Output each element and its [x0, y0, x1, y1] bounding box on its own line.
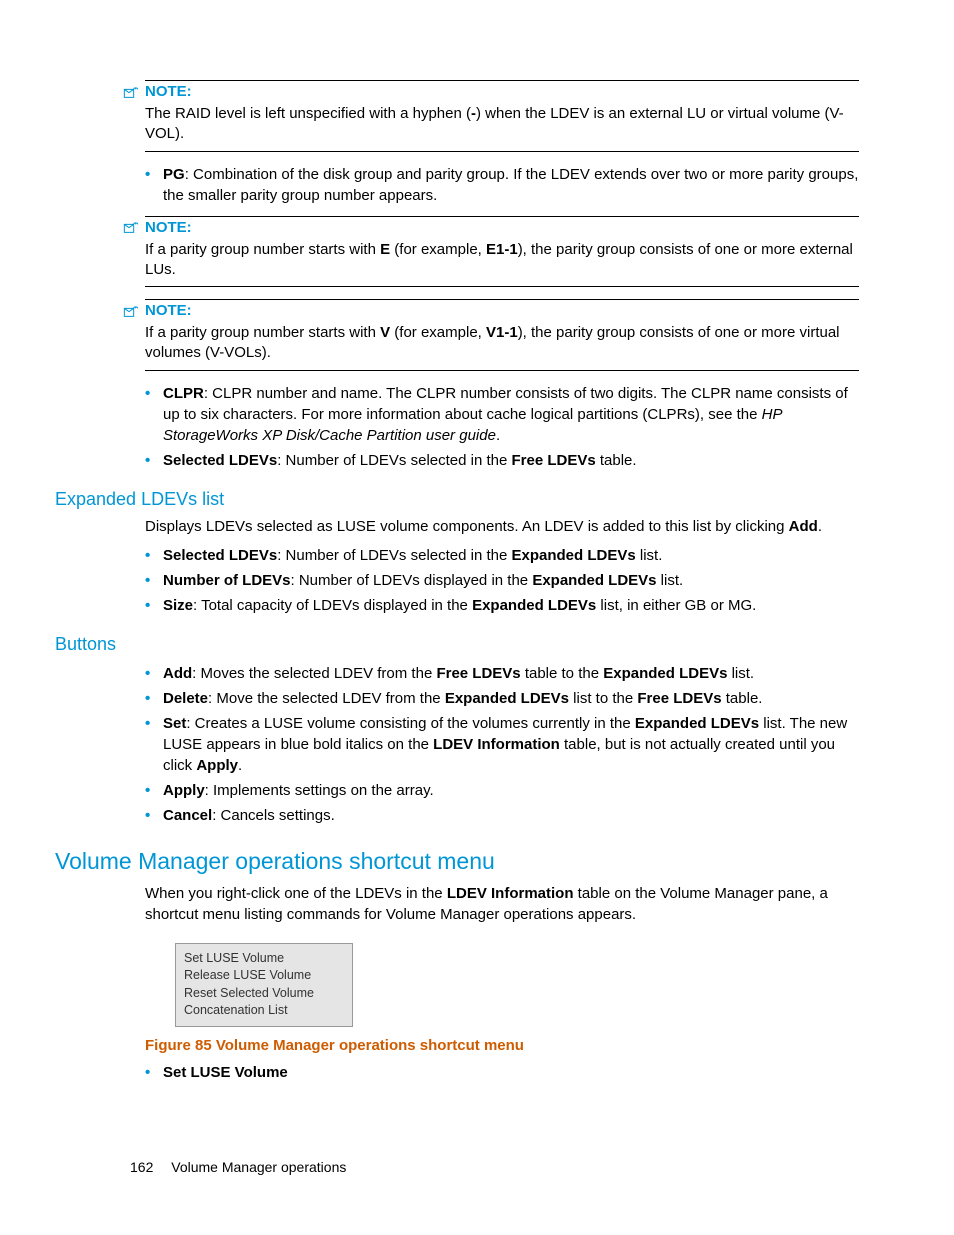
bullet-list: Add: Moves the selected LDEV from the Fr… — [145, 663, 859, 826]
note-label: NOTE: — [145, 302, 192, 319]
list-item: PG: Combination of the disk group and pa… — [145, 164, 859, 206]
heading-vm-shortcut: Volume Manager operations shortcut menu — [55, 848, 859, 875]
bullet-list: PG: Combination of the disk group and pa… — [145, 164, 859, 206]
list-item: Add: Moves the selected LDEV from the Fr… — [145, 663, 859, 684]
figure-caption: Figure 85 Volume Manager operations shor… — [145, 1037, 859, 1054]
list-item: Selected LDEVs: Number of LDEVs selected… — [145, 545, 859, 566]
bullet-list: Set LUSE Volume — [145, 1062, 859, 1083]
note-label: NOTE: — [145, 83, 192, 100]
note-body: The RAID level is left unspecified with … — [145, 104, 859, 145]
note-icon — [123, 304, 139, 318]
list-item: CLPR: CLPR number and name. The CLPR num… — [145, 383, 859, 446]
heading-buttons: Buttons — [55, 634, 859, 655]
list-item: Size: Total capacity of LDEVs displayed … — [145, 595, 859, 616]
paragraph: When you right-click one of the LDEVs in… — [145, 883, 859, 925]
list-item: Cancel: Cancels settings. — [145, 805, 859, 826]
paragraph: Displays LDEVs selected as LUSE volume c… — [145, 516, 859, 537]
note-label: NOTE: — [145, 219, 192, 236]
menu-item[interactable]: Release LUSE Volume — [184, 967, 344, 985]
list-item: Delete: Move the selected LDEV from the … — [145, 688, 859, 709]
list-item: Set LUSE Volume — [145, 1062, 859, 1083]
list-item: Apply: Implements settings on the array. — [145, 780, 859, 801]
shortcut-menu: Set LUSE VolumeRelease LUSE VolumeReset … — [175, 943, 353, 1027]
note-block: NOTE: The RAID level is left unspecified… — [145, 80, 859, 152]
note-block: NOTE: If a parity group number starts wi… — [145, 216, 859, 288]
note-body: If a parity group number starts with E (… — [145, 240, 859, 281]
list-item: Number of LDEVs: Number of LDEVs display… — [145, 570, 859, 591]
menu-item[interactable]: Reset Selected Volume — [184, 985, 344, 1003]
note-icon — [123, 220, 139, 234]
page-footer: 162 Volume Manager operations — [130, 1159, 346, 1175]
footer-title: Volume Manager operations — [171, 1159, 346, 1175]
note-body: If a parity group number starts with V (… — [145, 323, 859, 364]
note-icon — [123, 85, 139, 99]
menu-item[interactable]: Set LUSE Volume — [184, 950, 344, 968]
heading-expanded-ldev: Expanded LDEVs list — [55, 489, 859, 510]
list-item: Selected LDEVs: Number of LDEVs selected… — [145, 450, 859, 471]
list-item: Set: Creates a LUSE volume consisting of… — [145, 713, 859, 776]
bullet-list: CLPR: CLPR number and name. The CLPR num… — [145, 383, 859, 471]
note-block: NOTE: If a parity group number starts wi… — [145, 299, 859, 371]
bullet-list: Selected LDEVs: Number of LDEVs selected… — [145, 545, 859, 616]
page-number: 162 — [130, 1159, 153, 1175]
menu-item[interactable]: Concatenation List — [184, 1002, 344, 1020]
